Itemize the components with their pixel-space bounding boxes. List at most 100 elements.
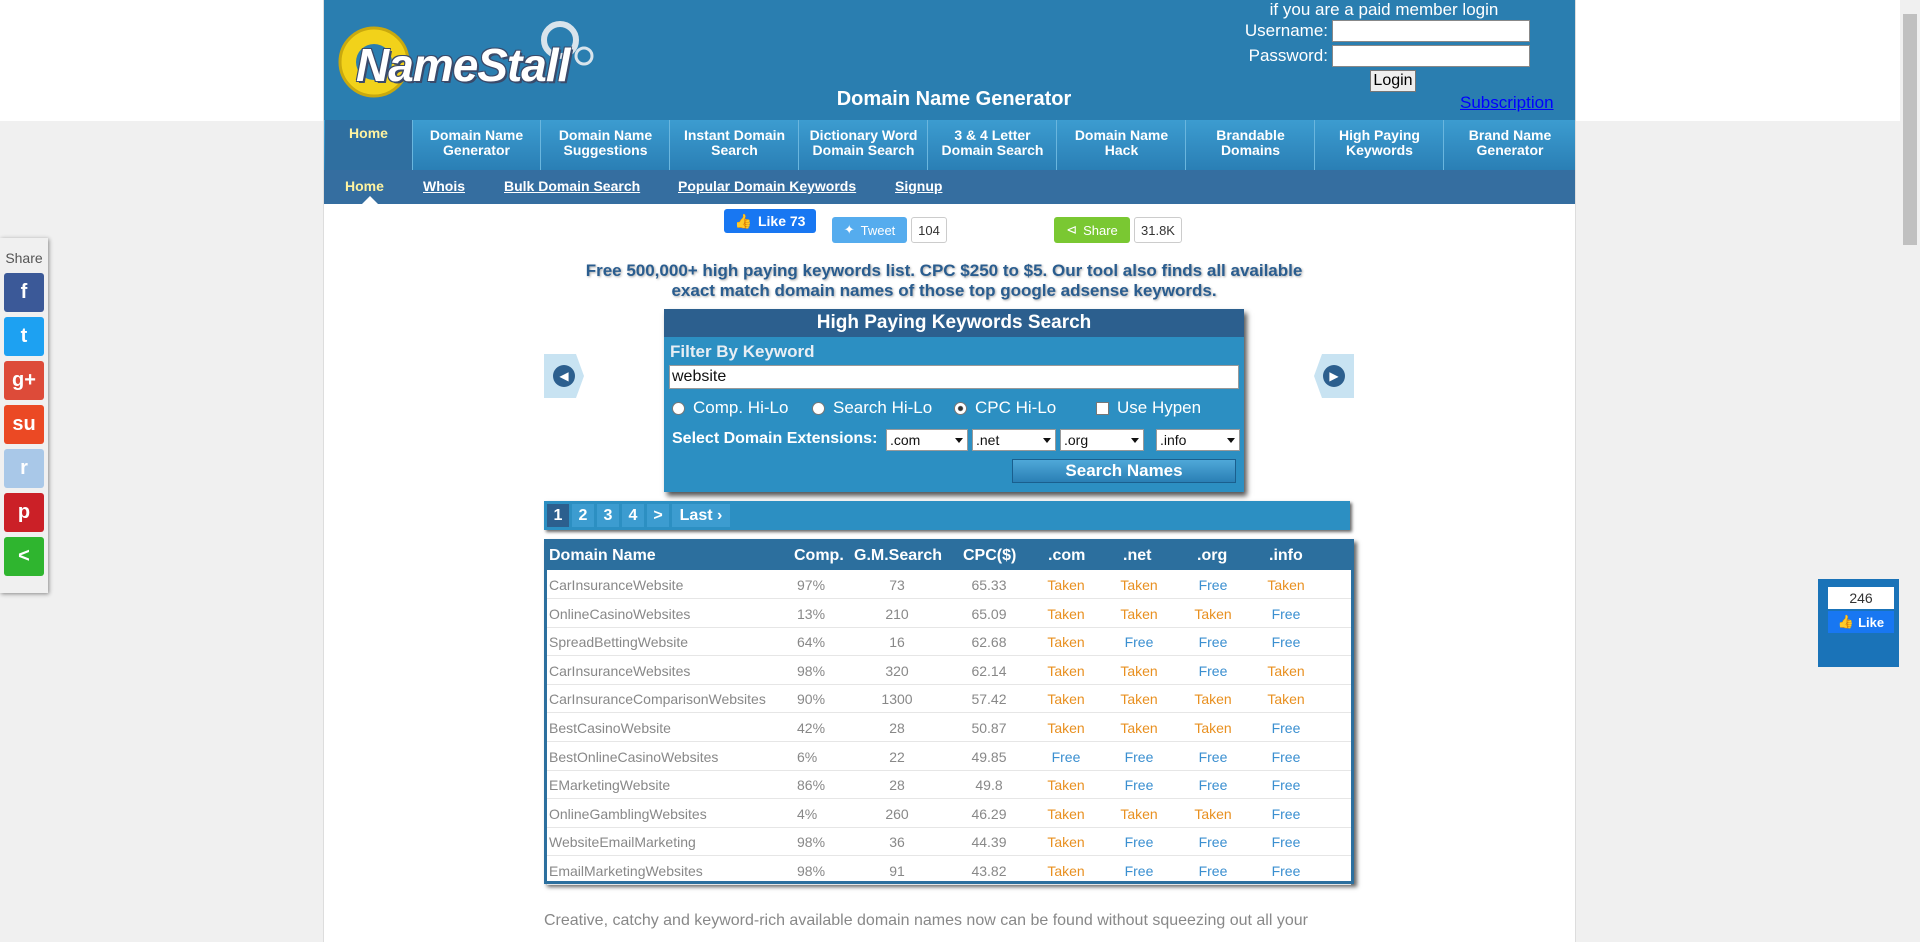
next-arrow-button[interactable]: ▶	[1314, 354, 1354, 398]
cell-com[interactable]: Free	[1045, 749, 1087, 765]
search-names-button[interactable]: Search Names	[1012, 459, 1236, 483]
facebook-share-button[interactable]: f	[4, 273, 44, 312]
cell-domain[interactable]: OnlineCasinoWebsites	[549, 606, 690, 622]
cell-domain[interactable]: OnlineGamblingWebsites	[549, 806, 707, 822]
nav-home[interactable]: Home	[325, 120, 413, 170]
radio-comp-hi-lo[interactable]: Comp. Hi-Lo	[672, 398, 788, 418]
subnav-home[interactable]: Home	[345, 178, 384, 194]
cell-org[interactable]: Free	[1192, 863, 1234, 879]
subscription-link[interactable]: Subscription	[1460, 93, 1554, 113]
fb-like-button[interactable]: 👍 Like	[1828, 611, 1894, 633]
subnav-bulk-domain-search[interactable]: Bulk Domain Search	[504, 178, 640, 194]
login-button[interactable]: Login	[1370, 70, 1416, 92]
cell-info[interactable]: Free	[1265, 806, 1307, 822]
nav-instant-domain-search[interactable]: Instant Domain Search	[671, 120, 799, 170]
page-3[interactable]: 3	[597, 504, 619, 527]
cell-net[interactable]: Free	[1118, 749, 1160, 765]
reddit-share-button[interactable]: r	[4, 449, 44, 488]
share-share-button[interactable]: <	[4, 537, 44, 576]
keyword-input[interactable]: website	[669, 365, 1239, 389]
cell-domain[interactable]: BestCasinoWebsite	[549, 720, 671, 736]
radio-cpc-label: CPC Hi-Lo	[975, 398, 1057, 417]
cell-com: Taken	[1047, 834, 1085, 851]
facebook-like-button[interactable]: 👍 Like 73	[724, 209, 816, 233]
cell-info[interactable]: Free	[1265, 634, 1307, 650]
cell-com: Taken	[1047, 662, 1085, 679]
cell-domain[interactable]: SpreadBettingWebsite	[549, 634, 688, 650]
cell-info[interactable]: Free	[1265, 777, 1307, 793]
page-next[interactable]: >	[647, 504, 669, 527]
ext-select-1[interactable]: .com	[886, 429, 968, 451]
scrollbar[interactable]	[1900, 0, 1920, 942]
cell-org[interactable]: Free	[1192, 634, 1234, 650]
use-hyphen-checkbox[interactable]: Use Hypen	[1096, 398, 1201, 418]
username-field[interactable]	[1332, 20, 1530, 42]
cell-domain[interactable]: CarInsuranceWebsite	[549, 577, 683, 593]
radio-dot	[672, 401, 685, 415]
pinterest-share-button[interactable]: p	[4, 493, 44, 532]
cell-org: Taken	[1194, 805, 1232, 822]
cell-info[interactable]: Free	[1265, 749, 1307, 765]
cell-info[interactable]: Free	[1265, 834, 1307, 850]
cell-info[interactable]: Free	[1265, 720, 1307, 736]
subnav-popular-domain-keywords[interactable]: Popular Domain Keywords	[678, 178, 856, 194]
prev-arrow-button[interactable]: ◀	[544, 354, 584, 398]
cell-org[interactable]: Free	[1192, 777, 1234, 793]
cell-net[interactable]: Free	[1118, 834, 1160, 850]
nav-domain-name-suggestions[interactable]: Domain Name Suggestions	[542, 120, 670, 170]
nav-high-paying-keywords[interactable]: High Paying Keywords	[1316, 120, 1444, 170]
th-cpc: CPC($)	[963, 547, 1017, 564]
cell-domain[interactable]: EMarketingWebsite	[549, 777, 670, 793]
subnav-signup[interactable]: Signup	[895, 178, 942, 194]
twitter-icon: t	[20, 325, 28, 347]
ext-select-2[interactable]: .net	[972, 429, 1056, 451]
ext-select-4[interactable]: .info	[1156, 429, 1240, 451]
radio-cpc-hi-lo[interactable]: CPC Hi-Lo	[954, 398, 1056, 418]
stumbleupon-icon: su	[12, 413, 36, 435]
cell-comp: 13%	[797, 605, 826, 622]
facebook-like-box: 246 👍 Like	[1818, 579, 1899, 667]
cell-domain[interactable]: WebsiteEmailMarketing	[549, 834, 696, 850]
google-plus-share-button[interactable]: g+	[4, 361, 44, 400]
password-field[interactable]	[1332, 45, 1530, 67]
cell-org[interactable]: Free	[1192, 749, 1234, 765]
cell-info[interactable]: Free	[1265, 863, 1307, 879]
cell-net[interactable]: Free	[1118, 777, 1160, 793]
nav-brand-name-generator[interactable]: Brand Name Generator	[1445, 120, 1575, 170]
cell-cpc: 62.68	[971, 634, 1007, 651]
promo-text: Free 500,000+ high paying keywords list.…	[544, 261, 1344, 301]
nav-domain-name-hack[interactable]: Domain Name Hack	[1058, 120, 1186, 170]
tweet-label: Tweet	[860, 222, 896, 238]
cell-net[interactable]: Free	[1118, 634, 1160, 650]
cell-info[interactable]: Free	[1265, 606, 1307, 622]
subnav-whois[interactable]: Whois	[423, 178, 465, 194]
nav-letter-domain-search[interactable]: 3 & 4 Letter Domain Search	[929, 120, 1057, 170]
cell-comp: 90%	[797, 691, 826, 708]
cell-com: Taken	[1047, 805, 1085, 822]
page-1[interactable]: 1	[547, 504, 569, 527]
cell-net[interactable]: Free	[1118, 863, 1160, 879]
cell-domain[interactable]: EmailMarketingWebsites	[549, 863, 703, 879]
cell-org[interactable]: Free	[1192, 663, 1234, 679]
cell-domain[interactable]: BestOnlineCasinoWebsites	[549, 749, 718, 765]
page-2[interactable]: 2	[572, 504, 594, 527]
tweet-button[interactable]: ✦ Tweet	[832, 217, 907, 243]
radio-search-hi-lo[interactable]: Search Hi-Lo	[812, 398, 932, 418]
stumbleupon-share-button[interactable]: su	[4, 405, 44, 444]
twitter-share-button[interactable]: t	[4, 317, 44, 356]
nav-dictionary-word-domain-search[interactable]: Dictionary Word Domain Search	[800, 120, 928, 170]
cell-domain[interactable]: CarInsuranceComparisonWebsites	[549, 691, 766, 707]
page-container: NameStall Domain Name Generator if you a…	[323, 0, 1576, 942]
cell-org[interactable]: Free	[1192, 834, 1234, 850]
cell-org[interactable]: Free	[1192, 577, 1234, 593]
nav-domain-name-generator[interactable]: Domain Name Generator	[413, 120, 541, 170]
ext-select-3[interactable]: .org	[1060, 429, 1144, 451]
logo[interactable]: NameStall	[332, 18, 602, 102]
scrollbar-thumb[interactable]	[1903, 14, 1917, 245]
page-last[interactable]: Last ›	[672, 504, 730, 527]
cell-domain[interactable]: CarInsuranceWebsites	[549, 663, 690, 679]
share-button[interactable]: ⊲ Share	[1054, 217, 1130, 243]
nav-brandable-domains[interactable]: Brandable Domains	[1187, 120, 1315, 170]
cell-gm-search: 1300	[881, 691, 913, 708]
page-4[interactable]: 4	[622, 504, 644, 527]
